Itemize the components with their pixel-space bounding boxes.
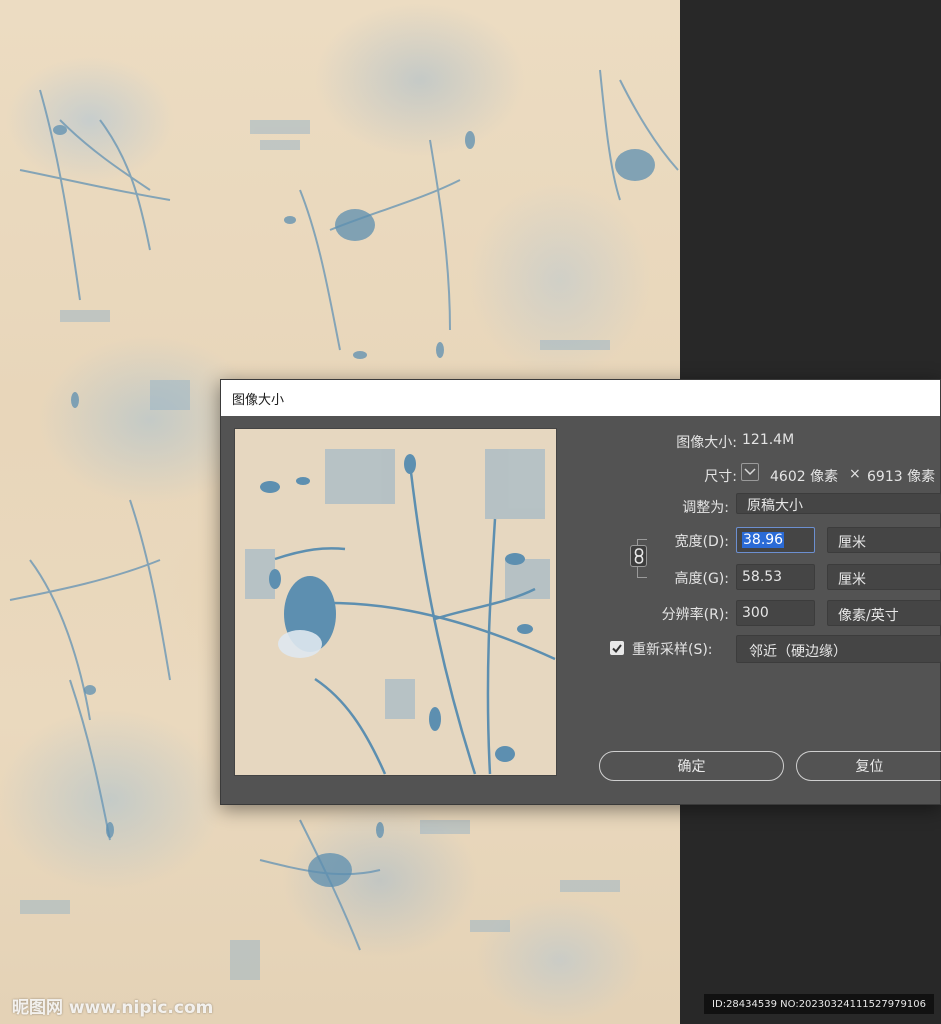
image-size-label: 图像大小: (676, 435, 737, 451)
dimensions-height: 6913 像素 (867, 469, 936, 485)
checkmark-icon (612, 643, 622, 653)
height-unit-value: 厘米 (838, 572, 866, 588)
ok-button[interactable]: 确定 (599, 751, 784, 781)
dimensions-label: 尺寸: (704, 469, 737, 485)
dimensions-width: 4602 像素 (770, 469, 839, 485)
dimensions-chevron-button[interactable] (741, 463, 759, 481)
image-size-dialog: 图像大小 图像大小: 121.4M 尺寸: 4602 像素 × 6913 像素 … (220, 379, 941, 805)
height-unit-select[interactable]: 厘米 (827, 564, 941, 590)
width-unit-select[interactable]: 厘米 (827, 527, 941, 553)
resolution-label: 分辨率(R): (661, 607, 729, 623)
fit-to-value: 原稿大小 (747, 498, 803, 514)
dimensions-separator: × (849, 466, 861, 482)
resample-method-select[interactable]: 邻近（硬边缘） (736, 635, 941, 663)
dialog-title: 图像大小 (232, 393, 285, 408)
width-input[interactable]: 38.96 (736, 527, 815, 553)
dialog-titlebar[interactable]: 图像大小 (221, 380, 940, 416)
image-id-bar: ID:28434539 NO:20230324111527979106 (704, 994, 934, 1014)
resolution-unit-value: 像素/英寸 (838, 608, 899, 624)
resample-checkbox[interactable] (610, 641, 624, 655)
resolution-input[interactable]: 300 (736, 600, 815, 626)
image-size-value: 121.4M (742, 432, 795, 448)
height-value: 58.53 (742, 569, 783, 585)
site-watermark: 昵图网 www.nipic.com (12, 998, 214, 1018)
resolution-unit-select[interactable]: 像素/英寸 (827, 600, 941, 626)
width-unit-value: 厘米 (838, 535, 866, 551)
width-value: 38.96 (742, 532, 785, 548)
ok-button-label: 确定 (677, 759, 706, 775)
resolution-value: 300 (742, 605, 769, 621)
resample-label: 重新采样(S): (632, 642, 713, 658)
resample-method-value: 邻近（硬边缘） (749, 644, 847, 660)
height-label: 高度(G): (674, 571, 730, 587)
reset-button-label: 复位 (855, 759, 884, 775)
fit-to-select[interactable]: 原稿大小 (736, 493, 941, 514)
reset-button[interactable]: 复位 (796, 751, 941, 781)
preview-art (235, 429, 556, 775)
image-preview[interactable] (234, 428, 557, 776)
width-label: 宽度(D): (674, 534, 729, 550)
image-id-text: ID:28434539 NO:20230324111527979106 (712, 998, 926, 1010)
height-input[interactable]: 58.53 (736, 564, 815, 590)
fit-to-label: 调整为: (682, 500, 729, 516)
chevron-down-icon (744, 468, 756, 476)
